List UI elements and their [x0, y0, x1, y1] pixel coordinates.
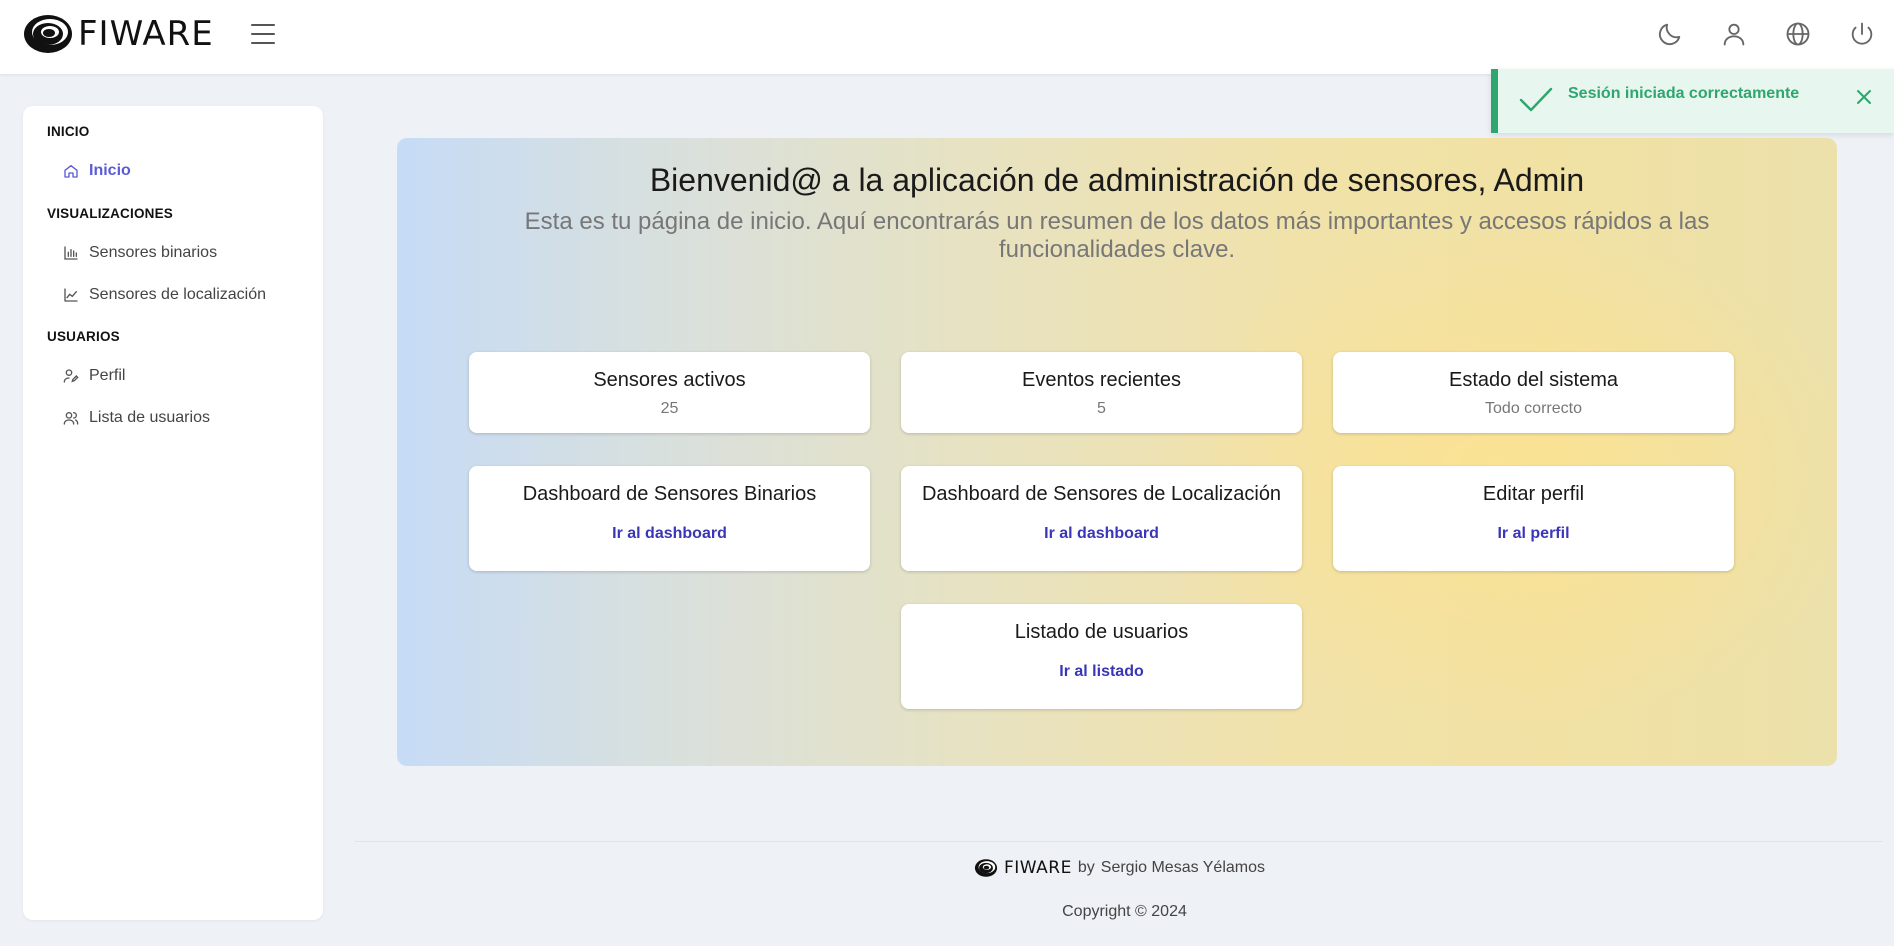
card-title: Dashboard de Sensores de Localización [921, 483, 1282, 505]
card-title: Editar perfil [1482, 483, 1585, 505]
hamburger-line [251, 33, 275, 35]
sidebar: INICIO Inicio VISUALIZACIONES Sensores b… [23, 106, 323, 920]
card-title: Listado de usuarios [1014, 621, 1189, 643]
home-icon [64, 165, 78, 178]
header-actions [1652, 16, 1880, 52]
footer-divider [355, 841, 1883, 842]
theme-toggle-button[interactable] [1652, 16, 1688, 52]
card-title: Dashboard de Sensores Binarios [522, 483, 817, 505]
success-toast: Sesión iniciada correctamente [1491, 69, 1894, 133]
welcome-panel: Bienvenid@ a la aplicación de administra… [397, 138, 1837, 766]
fiware-swirl-icon [24, 15, 72, 53]
shortcut-card-binarios: Dashboard de Sensores Binarios Ir al das… [469, 466, 870, 571]
footer-author: Sergio Mesas Yélamos [1100, 859, 1265, 876]
footer-logo-text: FIWARE [1004, 858, 1072, 878]
logo-text: FIWARE [78, 14, 214, 54]
card-title: Sensores activos [593, 369, 746, 391]
card-title: Estado del sistema [1449, 369, 1618, 391]
sidebar-item-label: Lista de usuarios [89, 409, 210, 426]
go-to-dashboard-link[interactable]: Ir al dashboard [469, 525, 870, 543]
sidebar-item-label: Sensores de localización [89, 286, 266, 303]
user-icon [1723, 23, 1745, 46]
page-subtitle: Esta es tu página de inicio. Aquí encont… [524, 208, 1710, 263]
sidebar-item-label: Perfil [89, 367, 126, 384]
sidebar-item-perfil[interactable]: Perfil [63, 367, 125, 385]
sidebar-item-inicio[interactable]: Inicio [63, 162, 131, 180]
fiware-swirl-icon [974, 859, 998, 877]
sidebar-item-sensores-localizacion[interactable]: Sensores de localización [63, 286, 266, 304]
card-value: Todo correcto [1485, 400, 1582, 417]
line-chart-icon [64, 288, 78, 302]
moon-icon [1658, 23, 1681, 46]
shortcut-card-perfil: Editar perfil Ir al perfil [1333, 466, 1734, 571]
copyright: Copyright © 2024 [0, 903, 1894, 921]
hamburger-line [251, 42, 275, 44]
sidebar-item-label: Sensores binarios [89, 244, 218, 261]
card-value: 5 [1097, 400, 1106, 417]
stat-card-eventos-recientes: Eventos recientes 5 [901, 352, 1302, 433]
sidebar-item-sensores-binarios[interactable]: Sensores binarios [63, 244, 217, 262]
check-icon [1519, 87, 1553, 112]
power-icon [1851, 22, 1873, 45]
card-value: 25 [660, 400, 679, 417]
user-edit-icon [63, 369, 79, 383]
sidebar-item-label: Inicio [89, 162, 131, 179]
footer-by: by [1077, 859, 1095, 876]
card-title: Eventos recientes [1022, 369, 1181, 391]
footer-credits: FIWARE by Sergio Mesas Yélamos [974, 857, 1265, 879]
language-button[interactable] [1780, 16, 1816, 52]
toast-message: Sesión iniciada correctamente [1568, 85, 1800, 102]
users-icon [63, 412, 79, 425]
hamburger-line [251, 24, 275, 26]
go-to-list-link[interactable]: Ir al listado [901, 663, 1302, 681]
user-profile-button[interactable] [1716, 16, 1752, 52]
page-title: Bienvenid@ a la aplicación de administra… [649, 162, 1585, 198]
logout-button[interactable] [1844, 16, 1880, 52]
go-to-profile-link[interactable]: Ir al perfil [1333, 525, 1734, 543]
fiware-logo[interactable]: FIWARE [22, 13, 214, 55]
menu-toggle-button[interactable] [248, 22, 278, 46]
sidebar-section-usuarios: USUARIOS [47, 329, 120, 344]
top-bar: FIWARE [0, 0, 1894, 74]
sidebar-section-inicio: INICIO [47, 124, 90, 139]
shortcut-card-usuarios: Listado de usuarios Ir al listado [901, 604, 1302, 709]
globe-icon [1786, 22, 1810, 46]
sidebar-section-visualizaciones: VISUALIZACIONES [47, 206, 174, 221]
shortcut-card-localizacion: Dashboard de Sensores de Localización Ir… [901, 466, 1302, 571]
go-to-dashboard-link[interactable]: Ir al dashboard [901, 525, 1302, 543]
stat-card-estado-sistema: Estado del sistema Todo correcto [1333, 352, 1734, 433]
bar-chart-icon [64, 246, 78, 260]
close-icon[interactable] [1856, 89, 1872, 105]
stat-card-sensores-activos: Sensores activos 25 [469, 352, 870, 433]
copyright-text: Copyright © 2024 [1062, 903, 1187, 920]
sidebar-item-lista-usuarios[interactable]: Lista de usuarios [63, 409, 210, 427]
